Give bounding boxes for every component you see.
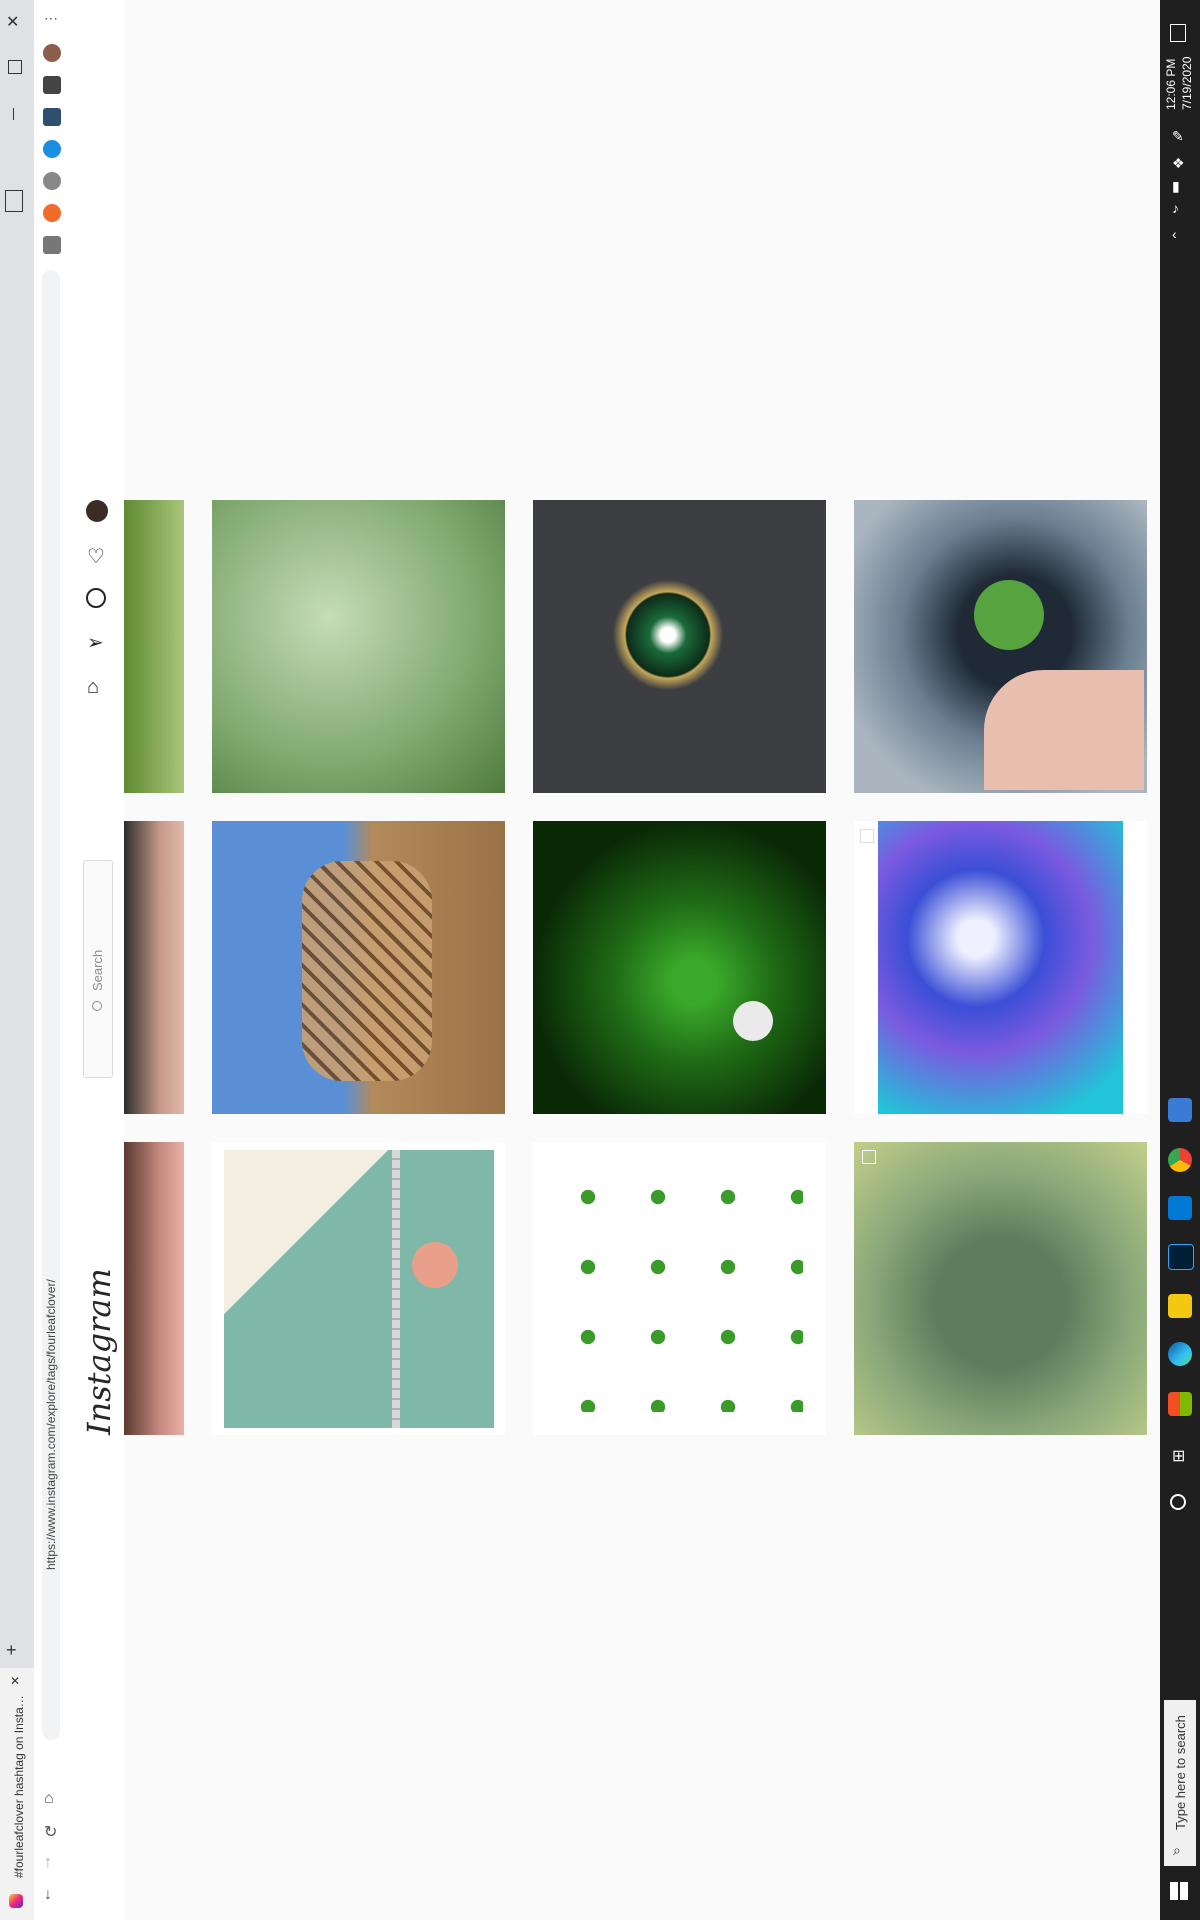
- giraffes-shape: [302, 861, 432, 1081]
- new-tab-button[interactable]: +: [6, 1640, 17, 1661]
- extension-gray-icon[interactable]: [43, 172, 61, 190]
- url-text: https://www.instagram.com/explore/tags/f…: [44, 1279, 58, 1570]
- grid-tile-8[interactable]: [124, 1142, 184, 1435]
- activity-heart-icon[interactable]: ♡: [87, 544, 105, 569]
- grid-tile-7[interactable]: [854, 821, 1147, 1114]
- app-settings-icon[interactable]: [1168, 1098, 1192, 1122]
- taskbar-search-placeholder: Type here to search: [1173, 1715, 1188, 1830]
- multi-image-icon: [862, 1150, 876, 1164]
- bracelet-box-shape: [224, 1150, 494, 1428]
- extension-image-icon[interactable]: [43, 108, 61, 126]
- home-icon[interactable]: ⌂: [87, 676, 99, 699]
- chrome-icon[interactable]: [1168, 1148, 1192, 1172]
- extension-blue-icon[interactable]: [43, 140, 61, 158]
- grid-tile-2[interactable]: [533, 500, 826, 793]
- search-icon: ⌕: [1173, 1842, 1181, 1858]
- address-bar[interactable]: https://www.instagram.com/explore/tags/f…: [42, 270, 60, 1740]
- instagram-logo[interactable]: Instagram: [80, 1268, 118, 1435]
- back-icon[interactable]: ↓: [44, 1886, 52, 1904]
- windows-taskbar: 12:06 PM 7/19/2020 ✎ ❖ ▮ ♪ ‹ ⊞ Type here…: [1160, 0, 1200, 1920]
- reload-icon[interactable]: ↻: [44, 1822, 57, 1842]
- dropbox-icon[interactable]: ❖: [1172, 155, 1185, 172]
- white-flower-shape: [733, 1001, 773, 1041]
- finger-shape: [984, 670, 1144, 790]
- grid-tile-10[interactable]: [533, 1142, 826, 1435]
- profile-avatar-icon[interactable]: [43, 44, 61, 62]
- search-placeholder: Search: [90, 949, 105, 991]
- grid-tile-3[interactable]: [854, 500, 1147, 793]
- grid-tile-9[interactable]: [212, 1142, 505, 1435]
- windows-start-icon[interactable]: [1170, 1882, 1188, 1900]
- search-input[interactable]: Search: [83, 860, 113, 1078]
- bracelet-chain-shape: [392, 1150, 400, 1428]
- tab-title: #fourleafclover hashtag on Insta…: [12, 1695, 26, 1878]
- grid-tile-1[interactable]: [212, 500, 505, 793]
- home-icon[interactable]: ⌂: [44, 1790, 54, 1808]
- grid-tile-11[interactable]: [854, 1142, 1147, 1435]
- cortana-icon[interactable]: [1170, 1494, 1186, 1510]
- file-explorer-icon[interactable]: [1168, 1294, 1192, 1318]
- network-icon[interactable]: ▮: [1172, 178, 1180, 195]
- tab-close-button[interactable]: ✕: [10, 1674, 20, 1688]
- taskbar-search-box[interactable]: Type here to search ⌕: [1164, 1700, 1196, 1866]
- grid-tile-4[interactable]: [124, 821, 184, 1114]
- multi-image-icon: [860, 829, 874, 843]
- hashtag-grid: [124, 0, 1160, 1920]
- task-view-icon[interactable]: ⊞: [1172, 1446, 1185, 1466]
- explore-compass-icon[interactable]: [86, 588, 106, 608]
- minimize-window-icon[interactable]: [13, 108, 14, 120]
- photoshop-icon[interactable]: [1168, 1244, 1194, 1270]
- active-tab[interactable]: ✕ #fourleafclover hashtag on Insta…: [0, 1668, 34, 1920]
- forward-icon[interactable]: ↑: [44, 1854, 52, 1872]
- clover-shape: [974, 580, 1044, 650]
- outlook-icon[interactable]: [1168, 1196, 1192, 1220]
- extension-orange-icon[interactable]: [43, 204, 61, 222]
- restore-window-icon[interactable]: [8, 60, 22, 74]
- volume-icon[interactable]: ♪: [1172, 200, 1179, 216]
- clock-date[interactable]: 7/19/2020: [1180, 57, 1194, 110]
- extension-g-icon[interactable]: [43, 236, 61, 254]
- show-hidden-icons-icon[interactable]: ‹: [1172, 226, 1177, 242]
- pressed-clovers-shape: [553, 1162, 803, 1412]
- action-center-icon[interactable]: [1170, 24, 1186, 42]
- grid-tile-5[interactable]: [212, 821, 505, 1114]
- blue-flowers-shape: [878, 821, 1123, 1114]
- grid-tile-6[interactable]: [533, 821, 826, 1114]
- browser-toolbar: ⋯ https://www.instagram.com/explore/tags…: [34, 0, 71, 1920]
- brooch-shape: [603, 570, 733, 700]
- edge-icon[interactable]: [1168, 1342, 1192, 1366]
- clover-charm-shape: [412, 1242, 458, 1288]
- clock-time[interactable]: 12:06 PM: [1164, 59, 1178, 110]
- direct-send-icon[interactable]: ➢: [87, 630, 104, 655]
- grid-tile-0[interactable]: [124, 500, 184, 793]
- pen-icon[interactable]: ✎: [1172, 128, 1184, 145]
- profile-avatar[interactable]: [86, 500, 108, 522]
- instagram-favicon-icon: [9, 1894, 23, 1908]
- browser-tab-strip: ✕ + ✕ #fourleafclover hashtag on Insta…: [0, 0, 34, 1920]
- tab-actions-icon[interactable]: [5, 190, 23, 212]
- search-icon: [92, 1001, 102, 1011]
- office-icon[interactable]: [1168, 1392, 1192, 1416]
- more-menu-icon[interactable]: ⋯: [44, 10, 58, 27]
- close-window-icon[interactable]: ✕: [6, 12, 19, 32]
- extensions-icon[interactable]: [43, 76, 61, 94]
